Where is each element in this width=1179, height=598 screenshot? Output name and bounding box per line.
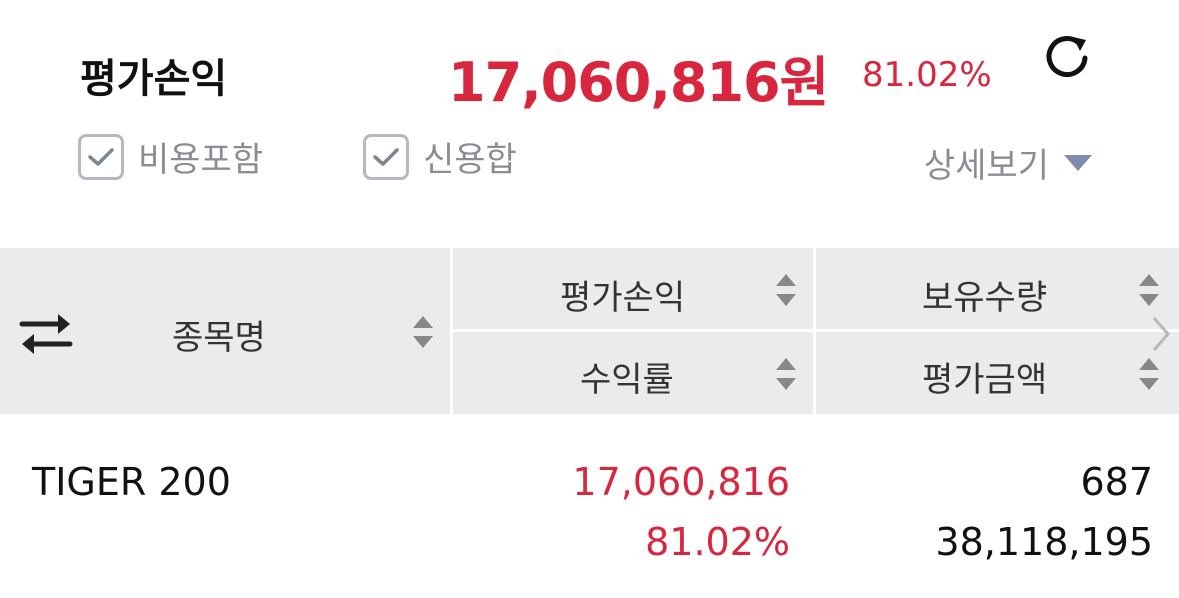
detail-view-label: 상세보기 — [923, 146, 1049, 186]
header-qty[interactable]: 보유수량 — [922, 270, 1047, 319]
include-fees-label: 비용포함 — [138, 140, 264, 180]
sort-updown-icon[interactable] — [775, 272, 797, 308]
header-name[interactable]: 종목명 — [172, 310, 266, 359]
credit-sum-checkbox[interactable]: 신용합 — [363, 132, 517, 181]
chevron-right-icon[interactable] — [1150, 314, 1172, 354]
summary-label: 평가손익 — [80, 56, 228, 102]
summary-rate: 81.02% — [862, 55, 992, 95]
check-icon — [363, 133, 409, 180]
credit-sum-label: 신용합 — [423, 140, 517, 180]
sort-updown-icon[interactable] — [412, 314, 434, 350]
sort-updown-icon[interactable] — [1138, 356, 1160, 392]
summary-amount: 17,060,816원 — [448, 51, 829, 114]
header-pnl[interactable]: 평가손익 — [560, 270, 685, 319]
row-pnl: 17,060,816 — [572, 460, 790, 504]
table-row[interactable]: TIGER 200 17,060,816 81.02% 687 38,118,1… — [0, 430, 1179, 598]
caret-down-icon — [1064, 154, 1092, 171]
swap-arrows-icon[interactable] — [18, 310, 74, 358]
sort-updown-icon[interactable] — [775, 356, 797, 392]
include-fees-checkbox[interactable]: 비용포함 — [78, 132, 263, 181]
header-rate[interactable]: 수익률 — [580, 352, 674, 401]
row-rate: 81.02% — [645, 520, 790, 564]
refresh-icon[interactable] — [1040, 30, 1094, 84]
row-name: TIGER 200 — [32, 460, 231, 504]
row-qty: 687 — [1080, 460, 1153, 504]
header-value[interactable]: 평가금액 — [922, 352, 1047, 401]
table-header: 종목명 평가손익 수익률 보유수량 평가금액 — [0, 248, 1179, 414]
row-value: 38,118,195 — [935, 520, 1153, 564]
detail-view-button[interactable]: 상세보기 — [924, 138, 1093, 187]
sort-updown-icon[interactable] — [1138, 272, 1160, 308]
check-icon — [78, 133, 124, 180]
